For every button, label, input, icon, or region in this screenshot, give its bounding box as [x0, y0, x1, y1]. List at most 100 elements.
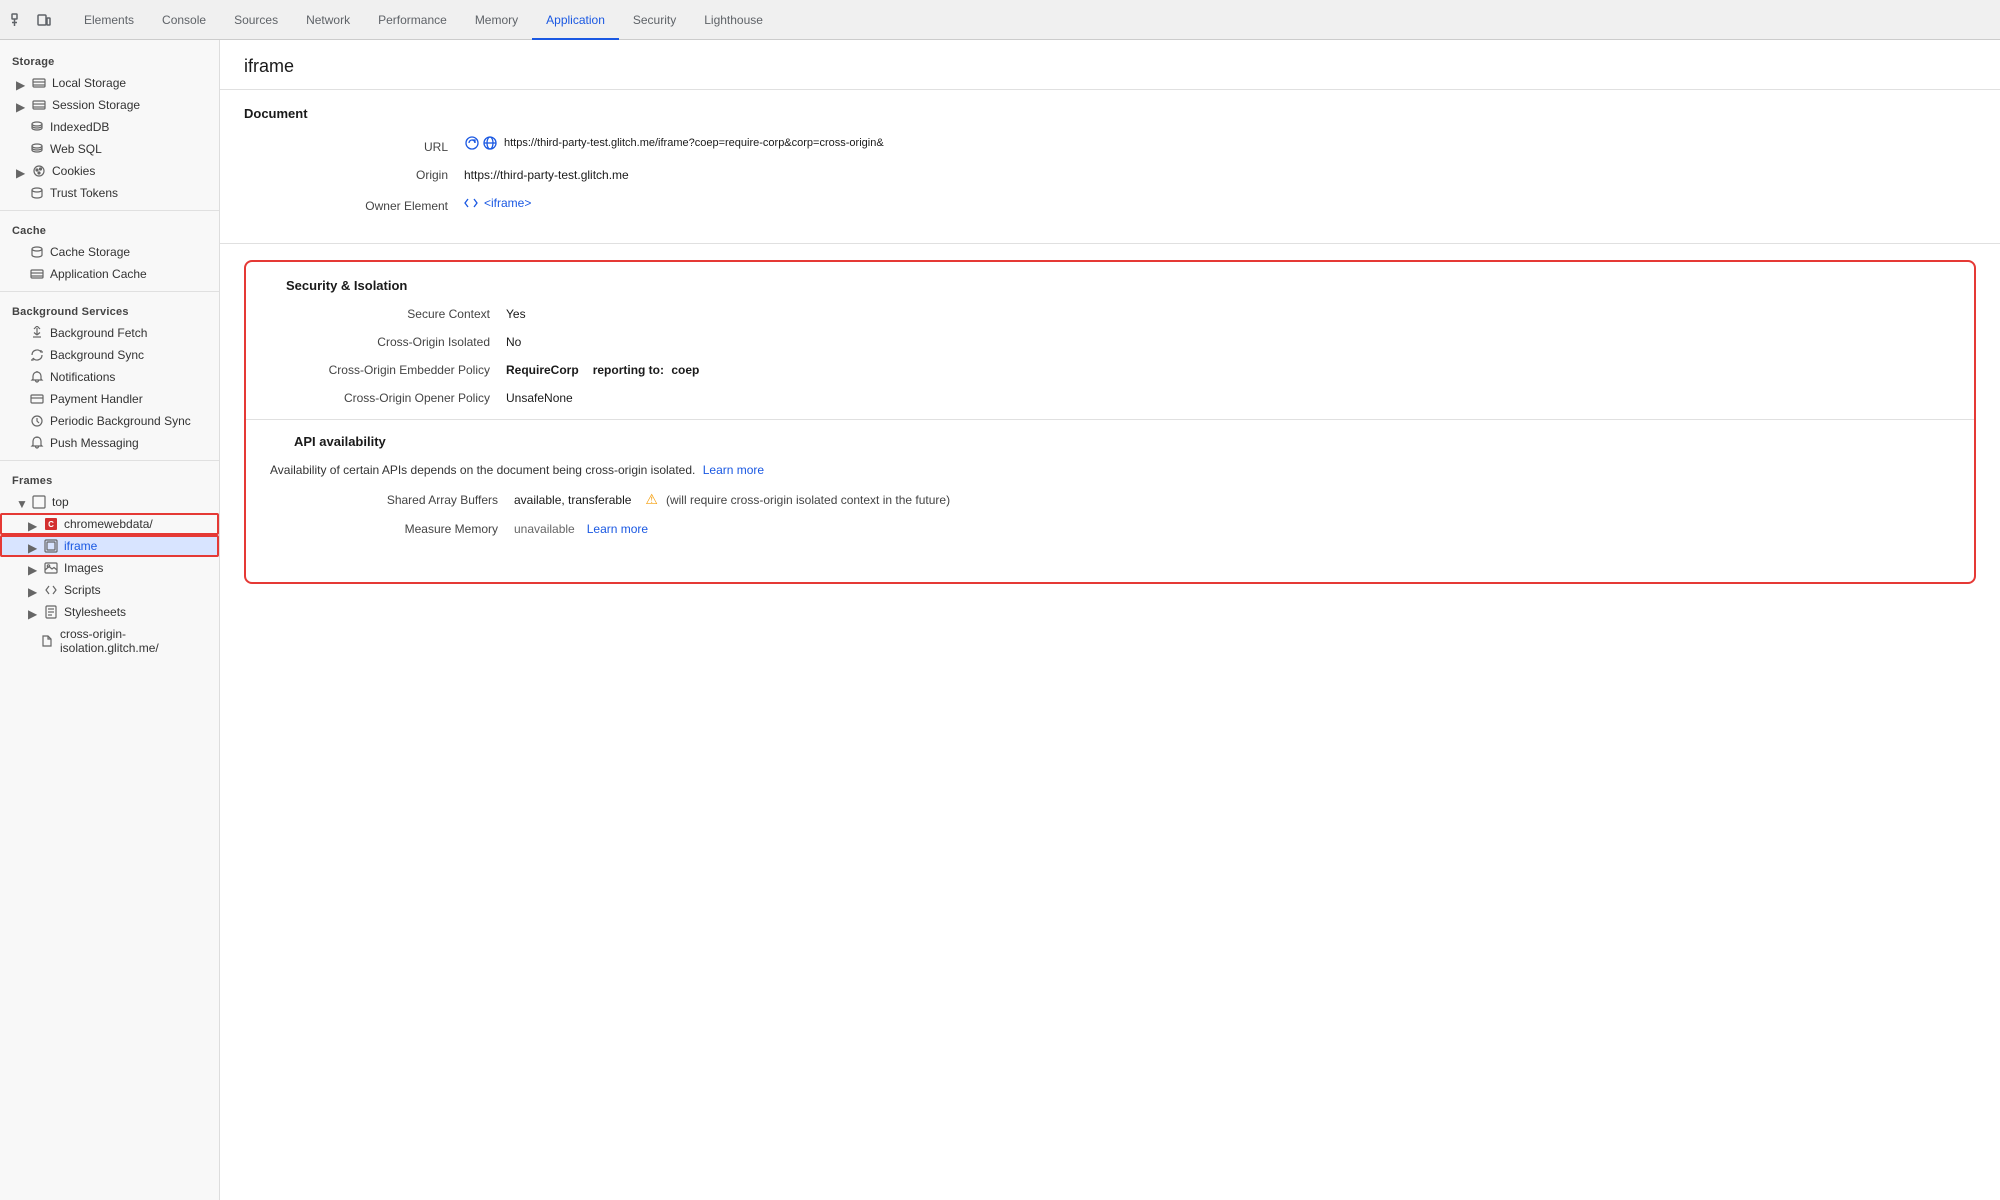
device-toggle-icon[interactable]	[34, 10, 54, 30]
web-sql-icon	[30, 142, 44, 156]
sidebar-item-web-sql[interactable]: Web SQL	[0, 138, 219, 160]
secure-context-row: Secure Context Yes	[262, 307, 1958, 321]
tab-security[interactable]: Security	[619, 1, 690, 40]
expand-arrow-icon: ▶	[28, 607, 38, 617]
expand-arrow-icon: ▼	[16, 497, 26, 507]
sidebar-item-trust-tokens[interactable]: Trust Tokens	[0, 182, 219, 204]
tab-sources[interactable]: Sources	[220, 1, 292, 40]
cache-storage-icon	[30, 245, 44, 259]
inspect-icon[interactable]	[8, 10, 28, 30]
sidebar-item-cross-origin[interactable]: cross-origin-isolation.glitch.me/	[0, 623, 219, 659]
owner-element-row: Owner Element <iframe>	[244, 196, 1976, 213]
scripts-icon	[44, 583, 58, 597]
sidebar-item-chromewebdata[interactable]: ▶ C chromewebdata/	[0, 513, 219, 535]
application-cache-icon	[30, 267, 44, 281]
owner-element-link[interactable]: <iframe>	[484, 196, 531, 210]
owner-element-label: Owner Element	[244, 199, 464, 213]
security-title: Security & Isolation	[262, 278, 1958, 293]
secure-context-label: Secure Context	[286, 307, 506, 321]
cookies-icon	[32, 164, 46, 178]
tab-network[interactable]: Network	[292, 1, 364, 40]
sidebar-item-local-storage[interactable]: ▶ Local Storage	[0, 72, 219, 94]
expand-arrow-icon: ▶	[28, 541, 38, 551]
sidebar-divider	[0, 210, 219, 211]
iframe-title: iframe	[220, 40, 2000, 90]
api-learn-more-link[interactable]: Learn more	[703, 463, 764, 477]
sidebar-item-payment-handler[interactable]: Payment Handler	[0, 388, 219, 410]
sidebar-item-background-sync[interactable]: Background Sync	[0, 344, 219, 366]
top-frame-icon	[32, 495, 46, 509]
url-text: https://third-party-test.glitch.me/ifram…	[504, 137, 884, 149]
tab-elements[interactable]: Elements	[70, 1, 148, 40]
sidebar-item-notifications[interactable]: Notifications	[0, 366, 219, 388]
notifications-icon	[30, 370, 44, 384]
background-fetch-icon	[30, 326, 44, 340]
security-isolation-box: Security & Isolation Secure Context Yes …	[244, 260, 1976, 584]
api-desc: Availability of certain APIs depends on …	[270, 463, 1950, 477]
sidebar-item-cache-storage[interactable]: Cache Storage	[0, 241, 219, 263]
payment-handler-icon	[30, 392, 44, 406]
sidebar-divider-2	[0, 291, 219, 292]
api-availability-section: API availability Availability of certain…	[246, 434, 1974, 566]
expand-arrow-icon: ▶	[28, 519, 38, 529]
refresh-icon	[464, 135, 480, 151]
coep-row: Cross-Origin Embedder Policy RequireCorp…	[262, 363, 1958, 377]
sidebar-item-periodic-bg-sync[interactable]: Periodic Background Sync	[0, 410, 219, 432]
code-icon	[464, 196, 478, 210]
coop-label: Cross-Origin Opener Policy	[286, 391, 506, 405]
content-panel: iframe Document URL	[220, 40, 2000, 1200]
url-row: URL	[244, 135, 1976, 154]
origin-label: Origin	[244, 168, 464, 182]
frames-section-label: Frames	[0, 467, 219, 491]
origin-value: https://third-party-test.glitch.me	[464, 168, 1976, 182]
periodic-bg-sync-icon	[30, 414, 44, 428]
tab-memory[interactable]: Memory	[461, 1, 532, 40]
svg-text:C: C	[48, 520, 54, 529]
shared-array-value: available, transferable ⚠ (will require …	[514, 491, 1926, 508]
sidebar: Storage ▶ Local Storage ▶ Ses	[0, 40, 220, 1200]
sidebar-item-images[interactable]: ▶ Images	[0, 557, 219, 579]
tab-bar: Elements Console Sources Network Perform…	[0, 0, 2000, 40]
sidebar-item-iframe[interactable]: ▶ iframe	[0, 535, 219, 557]
background-sync-icon	[30, 348, 44, 362]
stylesheets-icon	[44, 605, 58, 619]
session-storage-icon	[32, 98, 46, 112]
push-messaging-icon	[30, 436, 44, 450]
coep-reporting: reporting to: coep	[593, 363, 700, 377]
sidebar-item-cookies[interactable]: ▶ Cookies	[0, 160, 219, 182]
coep-label: Cross-Origin Embedder Policy	[286, 363, 506, 377]
tab-performance[interactable]: Performance	[364, 1, 461, 40]
expand-arrow-icon: ▶	[28, 563, 38, 573]
coop-value: UnsafeNone	[506, 391, 1934, 405]
measure-memory-label: Measure Memory	[294, 522, 514, 536]
chromewebdata-icon: C	[44, 517, 58, 531]
security-isolation-inner: Security & Isolation Secure Context Yes …	[246, 278, 1974, 405]
url-label: URL	[244, 140, 464, 154]
document-section-title: Document	[244, 106, 1976, 121]
sidebar-item-background-fetch[interactable]: Background Fetch	[0, 322, 219, 344]
measure-memory-value: unavailable Learn more	[514, 522, 1926, 536]
sidebar-item-push-messaging[interactable]: Push Messaging	[0, 432, 219, 454]
sidebar-item-stylesheets[interactable]: ▶ Stylesheets	[0, 601, 219, 623]
tab-console[interactable]: Console	[148, 1, 220, 40]
expand-arrow-icon: ▶	[16, 100, 26, 110]
sidebar-item-scripts[interactable]: ▶ Scripts	[0, 579, 219, 601]
sidebar-item-indexed-db[interactable]: IndexedDB	[0, 116, 219, 138]
cross-origin-isolated-row: Cross-Origin Isolated No	[262, 335, 1958, 349]
sidebar-item-application-cache[interactable]: Application Cache	[0, 263, 219, 285]
expand-arrow-icon: ▶	[16, 166, 26, 176]
sidebar-item-top[interactable]: ▼ top	[0, 491, 219, 513]
cross-origin-isolated-value: No	[506, 335, 1934, 349]
tab-lighthouse[interactable]: Lighthouse	[690, 1, 777, 40]
sidebar-item-session-storage[interactable]: ▶ Session Storage	[0, 94, 219, 116]
tab-application[interactable]: Application	[532, 1, 619, 40]
indexed-db-icon	[30, 120, 44, 134]
cross-origin-isolated-label: Cross-Origin Isolated	[286, 335, 506, 349]
shared-array-warning-text: (will require cross-origin isolated cont…	[666, 493, 950, 507]
measure-memory-link[interactable]: Learn more	[587, 522, 648, 536]
warning-icon: ⚠	[645, 491, 658, 508]
bg-services-label: Background Services	[0, 298, 219, 322]
storage-section-label: Storage	[0, 48, 219, 72]
main-layout: Storage ▶ Local Storage ▶ Ses	[0, 40, 2000, 1200]
devtools-icons	[8, 10, 54, 30]
